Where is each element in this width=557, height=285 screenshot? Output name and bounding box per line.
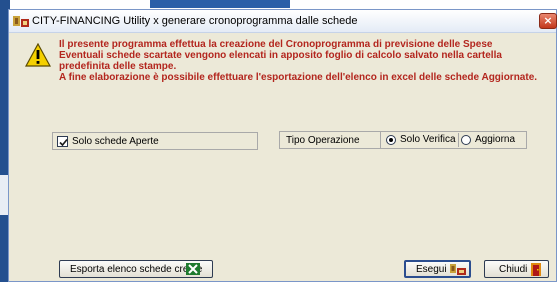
- excel-icon: [186, 263, 200, 275]
- app-icon: [13, 16, 29, 27]
- radio-aggiorna-label[interactable]: Aggiorna: [475, 134, 515, 145]
- desktop-background-blocks: [150, 0, 290, 8]
- run-icon: [450, 264, 466, 275]
- checkmark-icon: [59, 138, 68, 147]
- radio-solo-verifica[interactable]: Solo Verifica: [384, 133, 456, 147]
- chiudi-label: Chiudi: [499, 264, 528, 275]
- close-button[interactable]: ×: [539, 13, 557, 29]
- solo-aperte-label[interactable]: Solo schede Aperte: [72, 136, 159, 147]
- radio-solo-verifica-label[interactable]: Solo Verifica: [400, 134, 456, 145]
- esporta-elenco-button[interactable]: Esporta elenco schede create: [59, 260, 213, 278]
- solo-aperte-checkbox[interactable]: [57, 136, 68, 147]
- info-message-line: Il presente programma effettua la creazi…: [59, 39, 493, 50]
- info-message-line: Eventuali schede scartate vengono elenca…: [59, 50, 502, 72]
- esegui-button[interactable]: Esegui: [404, 260, 471, 278]
- radio-button[interactable]: [386, 135, 396, 145]
- tipo-operazione-label: Tipo Operazione: [286, 135, 360, 146]
- exit-door-icon: [531, 263, 541, 276]
- info-message: Il presente programma effettua la creazi…: [59, 39, 549, 83]
- warning-icon: [25, 43, 51, 67]
- utility-dialog-window: CITY-FINANCING Utility x generare cronop…: [8, 9, 557, 282]
- separator: [380, 132, 381, 148]
- radio-aggiorna[interactable]: Aggiorna: [458, 133, 526, 147]
- window-title: CITY-FINANCING Utility x generare cronop…: [32, 15, 358, 27]
- radio-button[interactable]: [461, 135, 471, 145]
- chiudi-button[interactable]: Chiudi: [484, 260, 549, 278]
- title-bar[interactable]: CITY-FINANCING Utility x generare cronop…: [9, 10, 557, 33]
- dialog-content: Il presente programma effettua la creazi…: [9, 33, 556, 281]
- solo-aperte-group: Solo schede Aperte: [52, 132, 258, 150]
- esporta-elenco-label: Esporta elenco schede create: [70, 264, 203, 275]
- esegui-label: Esegui: [416, 264, 447, 275]
- radio-selected-dot: [389, 138, 393, 142]
- info-message-line: A fine elaborazione è possibile effettua…: [59, 72, 538, 83]
- tipo-operazione-group: Tipo Operazione Solo Verifica Aggiorna: [279, 131, 527, 149]
